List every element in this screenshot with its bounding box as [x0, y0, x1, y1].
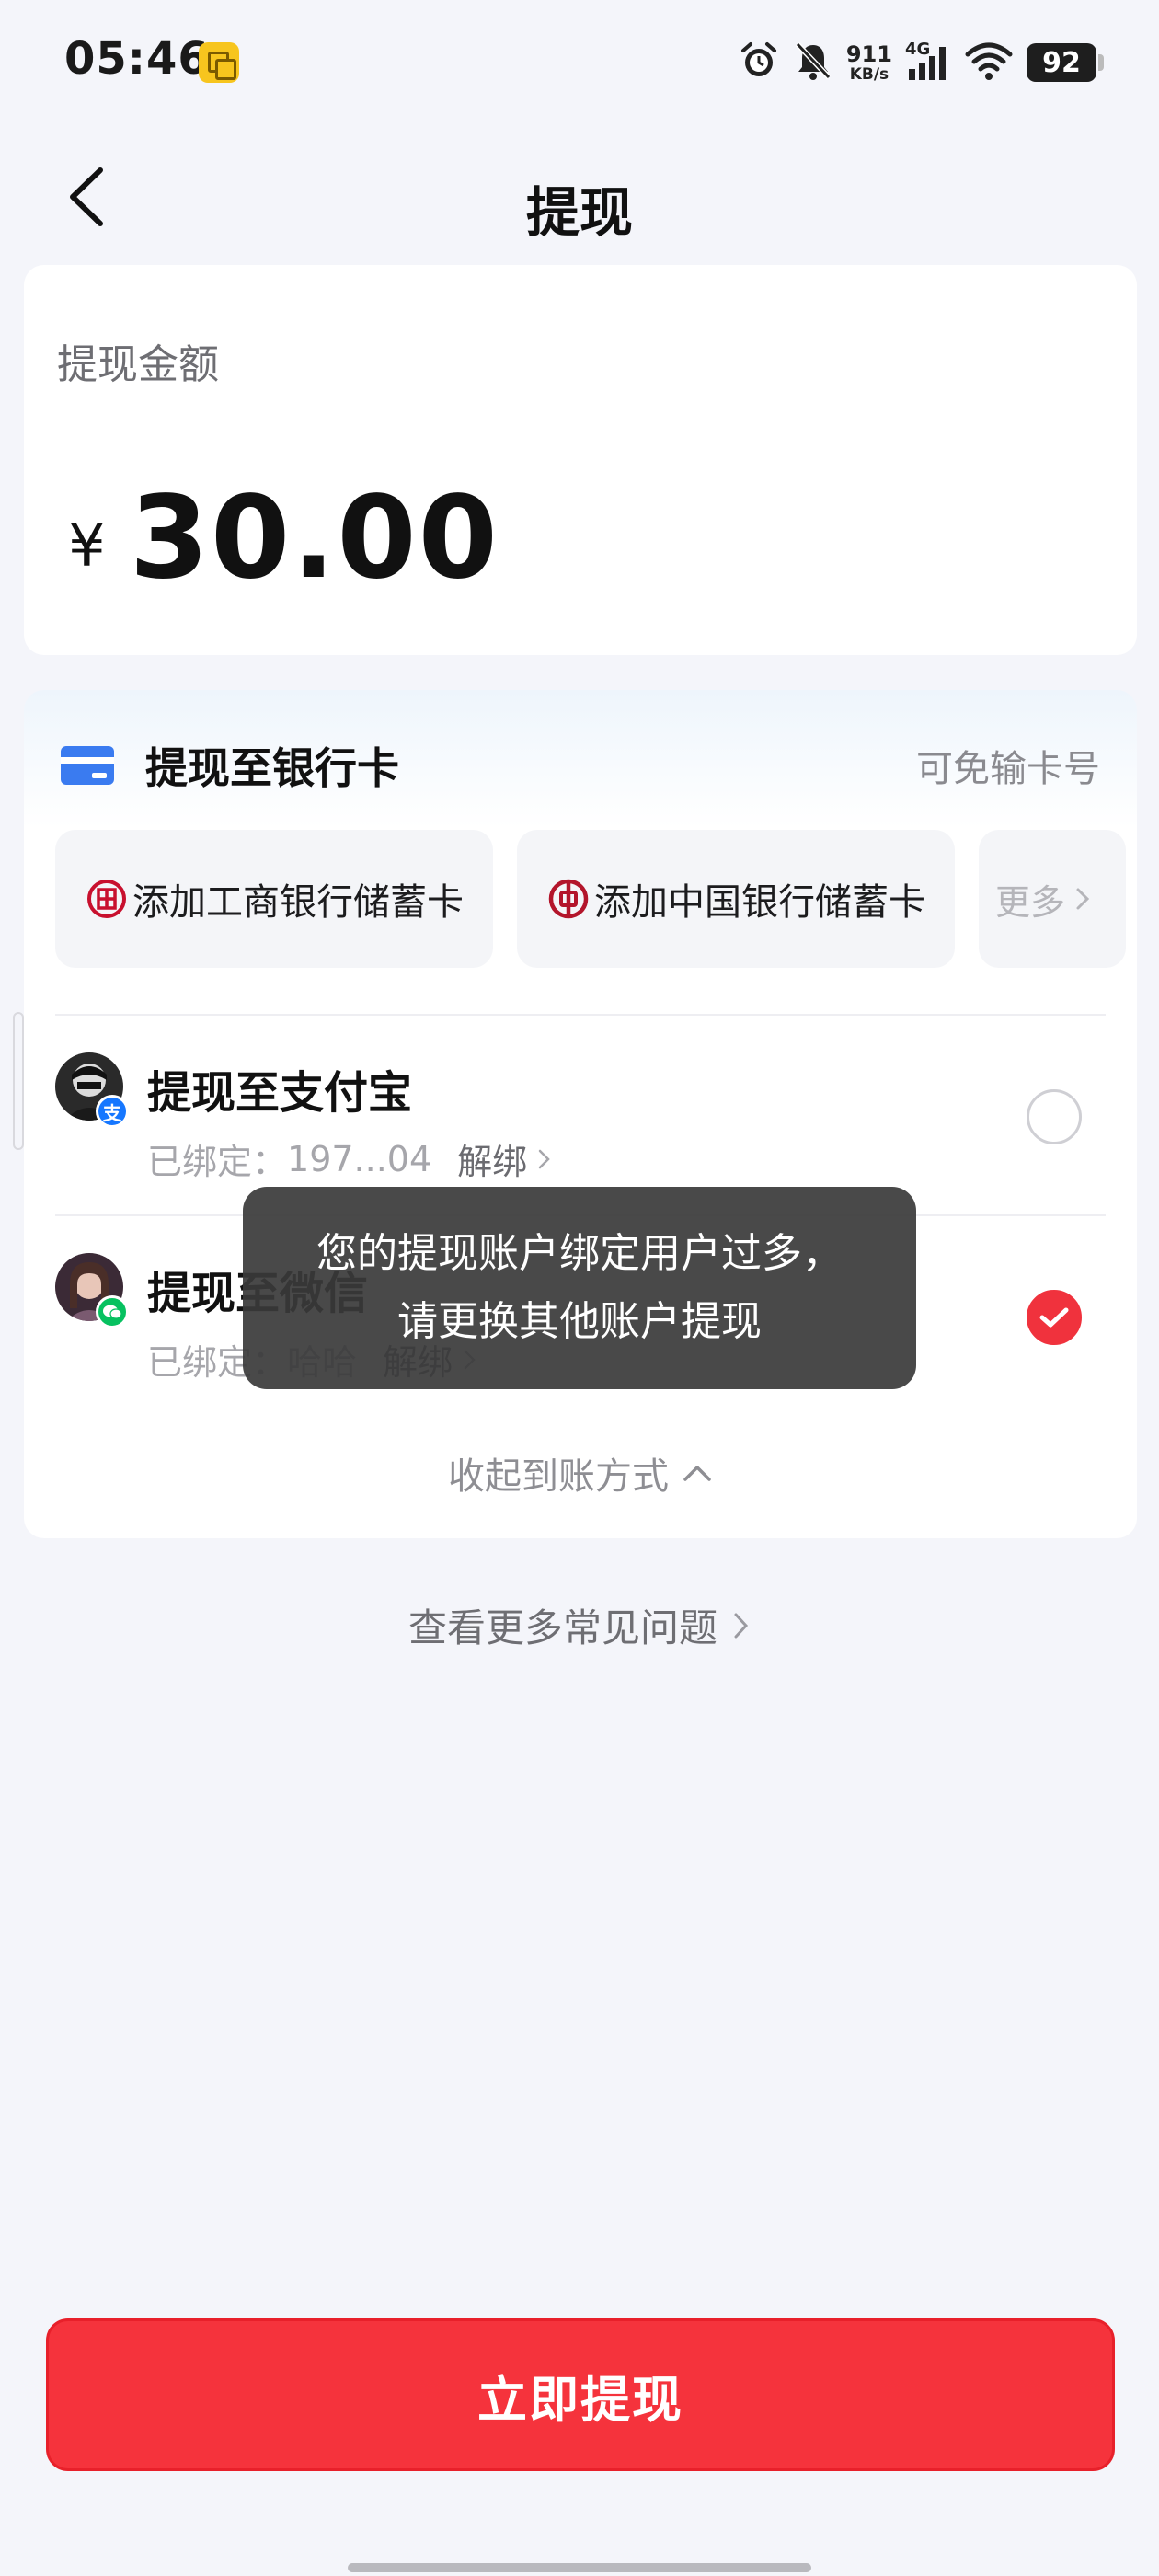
bound-account: 197...04 [287, 1138, 432, 1179]
network-speed-unit: KB/s [849, 64, 889, 84]
add-boc-card-button[interactable]: 添加中国银行储蓄卡 [517, 830, 955, 968]
collapse-methods-button[interactable]: 收起到账方式 [24, 1446, 1137, 1500]
check-icon [1039, 1307, 1069, 1328]
amount-row: ¥ 30.00 [68, 472, 499, 604]
radio-alipay[interactable] [1027, 1089, 1082, 1144]
chip-label: 添加中国银行储蓄卡 [594, 881, 925, 924]
chevron-right-icon [734, 1613, 749, 1638]
alipay-icon: 支 [96, 1095, 129, 1128]
faq-label: 查看更多常见问题 [407, 1605, 717, 1650]
method-row-alipay[interactable]: 支 提现至支付宝 已绑定： 197...04 解绑 [55, 1016, 1106, 1214]
bank-card-title: 提现至银行卡 [145, 743, 399, 793]
more-label: 更多 [995, 881, 1066, 923]
battery-icon: 92 [1027, 43, 1104, 82]
alarm-icon [738, 40, 780, 86]
method-sub: 已绑定： 197...04 解绑 [147, 1133, 553, 1184]
toast-message: 您的提现账户绑定用户过多，请更换其他账户提现 [243, 1187, 916, 1389]
amount-label: 提现金额 [57, 341, 219, 388]
chip-label: 添加工商银行储蓄卡 [132, 881, 464, 924]
bank-card-hint: 可免输卡号 [916, 748, 1100, 790]
status-bar: 05:46 911 KB/s 4G 92 [0, 0, 1159, 129]
nav-bar: 提现 [0, 138, 1159, 258]
withdraw-methods-card: 提现至银行卡 可免输卡号 添加工商银行储蓄卡 添加中国银行储蓄卡 更多 支 提现… [24, 690, 1137, 1538]
toast-text: 您的提现账户绑定用户过多，请更换其他账户提现 [316, 1230, 843, 1345]
page-title: 提现 [525, 181, 633, 244]
bound-label: 已绑定： [147, 1142, 288, 1182]
amount-value: 30.00 [129, 472, 499, 604]
bank-chips: 添加工商银行储蓄卡 添加中国银行储蓄卡 更多 [55, 830, 1128, 968]
radio-wechat[interactable] [1027, 1290, 1082, 1345]
collapse-label: 收起到账方式 [448, 1455, 669, 1498]
wifi-icon [964, 40, 1014, 86]
icbc-logo-icon [86, 879, 127, 919]
bank-card-header: 提现至银行卡 可免输卡号 [61, 738, 1100, 793]
edge-gesture-handle[interactable] [13, 1012, 24, 1150]
battery-level: 92 [1042, 46, 1081, 79]
withdraw-now-button[interactable]: 立即提现 [46, 2318, 1115, 2471]
chevron-up-icon [683, 1466, 711, 1481]
currency-symbol: ¥ [68, 512, 106, 581]
mute-bell-icon [793, 40, 833, 86]
faq-link[interactable]: 查看更多常见问题 [0, 1597, 1159, 1653]
network-speed: 911 KB/s [846, 43, 892, 83]
unbind-button[interactable]: 解绑 [457, 1133, 527, 1184]
notification-app-icon [199, 42, 239, 83]
amount-card: 提现金额 ¥ 30.00 [24, 265, 1137, 655]
home-indicator[interactable] [348, 2563, 811, 2572]
network-speed-value: 911 [845, 40, 892, 67]
signal-icon: 4G [905, 40, 951, 84]
bank-card-icon [61, 746, 114, 785]
chevron-right-icon [1076, 888, 1090, 910]
chevron-right-icon [538, 1149, 550, 1168]
wechat-icon [96, 1295, 129, 1328]
add-icbc-card-button[interactable]: 添加工商银行储蓄卡 [55, 830, 493, 968]
status-time: 05:46 [64, 33, 210, 85]
boc-logo-icon [548, 879, 589, 919]
status-icons: 911 KB/s 4G 92 [738, 37, 1104, 88]
more-banks-button[interactable]: 更多 [979, 830, 1126, 968]
method-title: 提现至支付宝 [147, 1067, 413, 1119]
